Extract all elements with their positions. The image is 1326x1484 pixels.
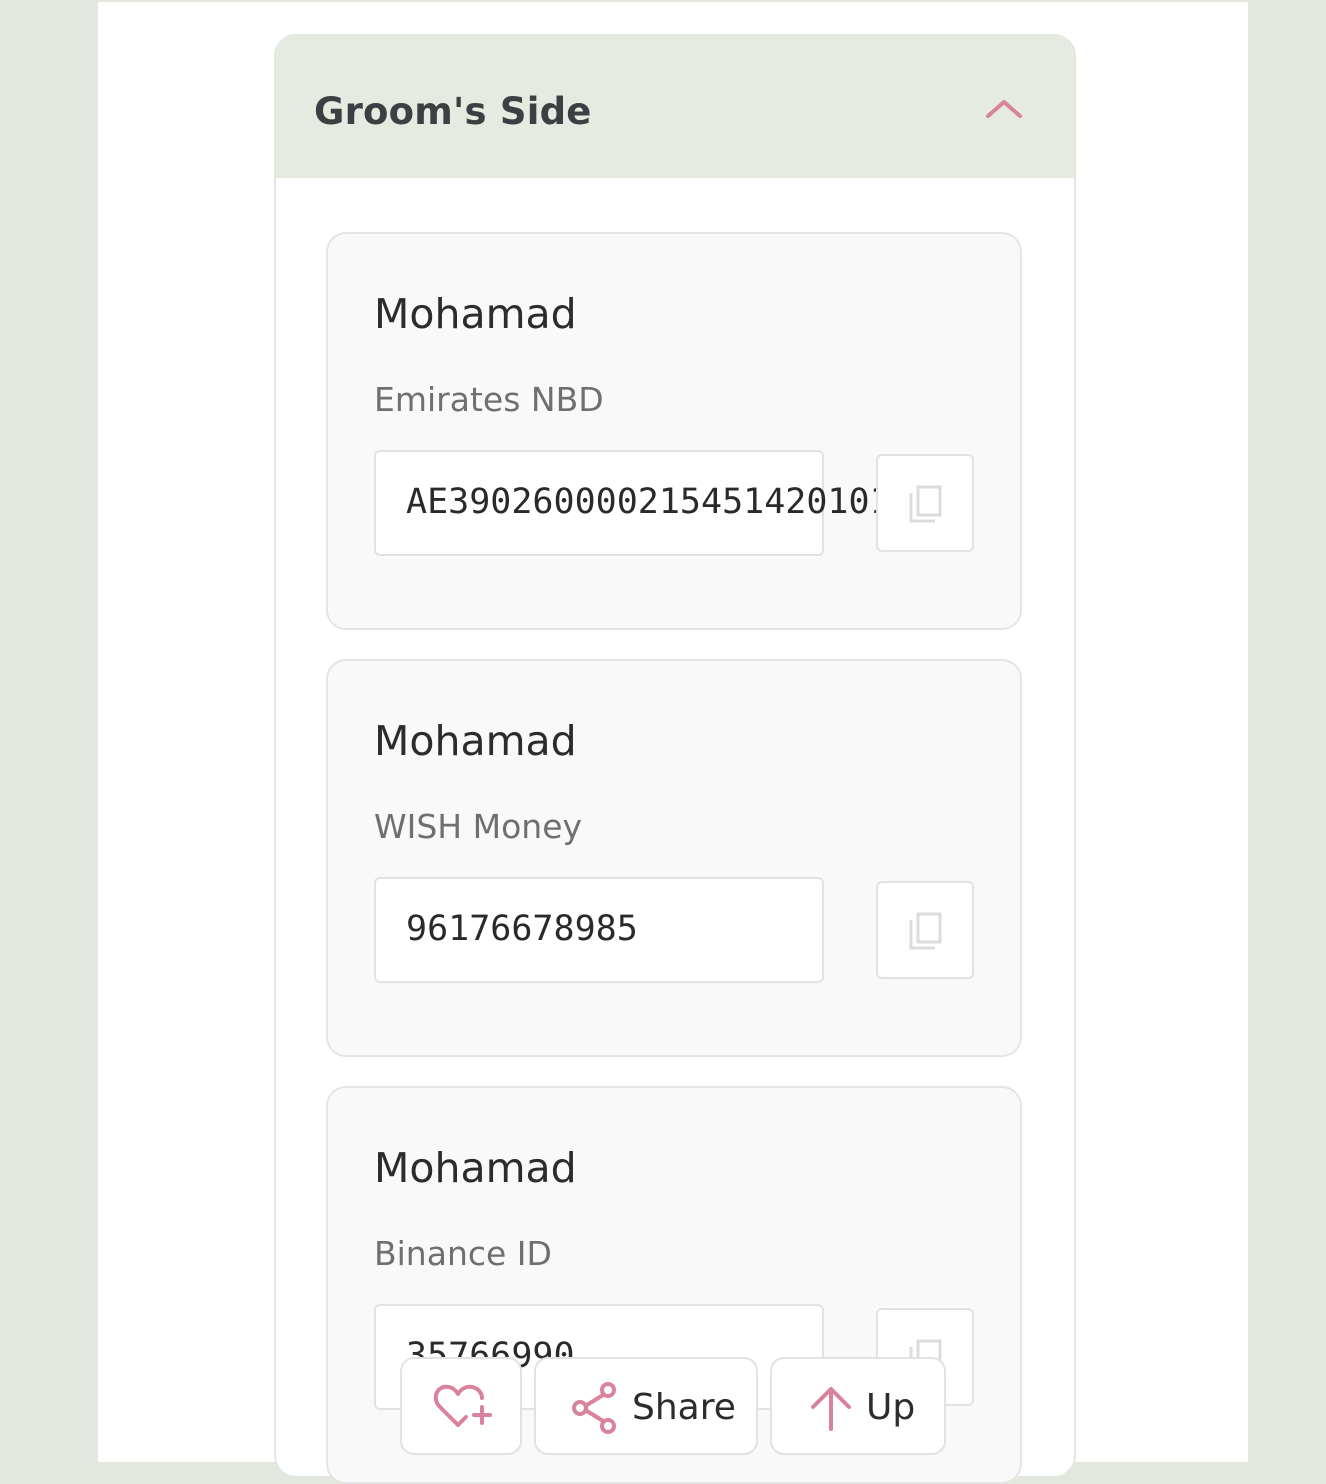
bank-name: Emirates NBD bbox=[374, 380, 604, 419]
account-number-field[interactable]: 96176678985 bbox=[374, 877, 824, 983]
account-holder-name: Mohamad bbox=[374, 1144, 577, 1192]
account-number-field[interactable]: AE390260000215451420101 bbox=[374, 450, 882, 556]
scroll-up-button[interactable]: Up bbox=[770, 1357, 946, 1455]
account-number: AE390260000215451420101 bbox=[406, 482, 882, 522]
copy-icon bbox=[909, 485, 942, 523]
account-card: Mohamad Emirates NBD AE39026000021545142… bbox=[326, 232, 1022, 630]
accordion-header[interactable]: Groom's Side bbox=[276, 36, 1074, 178]
arrow-up-icon bbox=[811, 1387, 851, 1431]
heart-plus-icon bbox=[433, 1384, 492, 1427]
account-card: Mohamad WISH Money 96176678985 bbox=[326, 659, 1022, 1057]
share-icon bbox=[572, 1382, 616, 1434]
up-label: Up bbox=[866, 1387, 916, 1428]
share-label: Share bbox=[632, 1387, 736, 1428]
account-holder-name: Mohamad bbox=[374, 717, 577, 765]
account-holder-name: Mohamad bbox=[374, 290, 577, 338]
share-button[interactable]: Share bbox=[534, 1357, 758, 1455]
favorite-button[interactable] bbox=[400, 1357, 522, 1455]
chevron-up-icon[interactable] bbox=[984, 92, 1024, 122]
account-number: 96176678985 bbox=[406, 909, 638, 949]
copy-button[interactable] bbox=[876, 454, 974, 552]
accordion-title: Groom's Side bbox=[314, 90, 592, 133]
copy-button[interactable] bbox=[876, 881, 974, 979]
copy-icon bbox=[909, 912, 942, 950]
bank-name: WISH Money bbox=[374, 807, 583, 846]
bank-name: Binance ID bbox=[374, 1234, 552, 1273]
